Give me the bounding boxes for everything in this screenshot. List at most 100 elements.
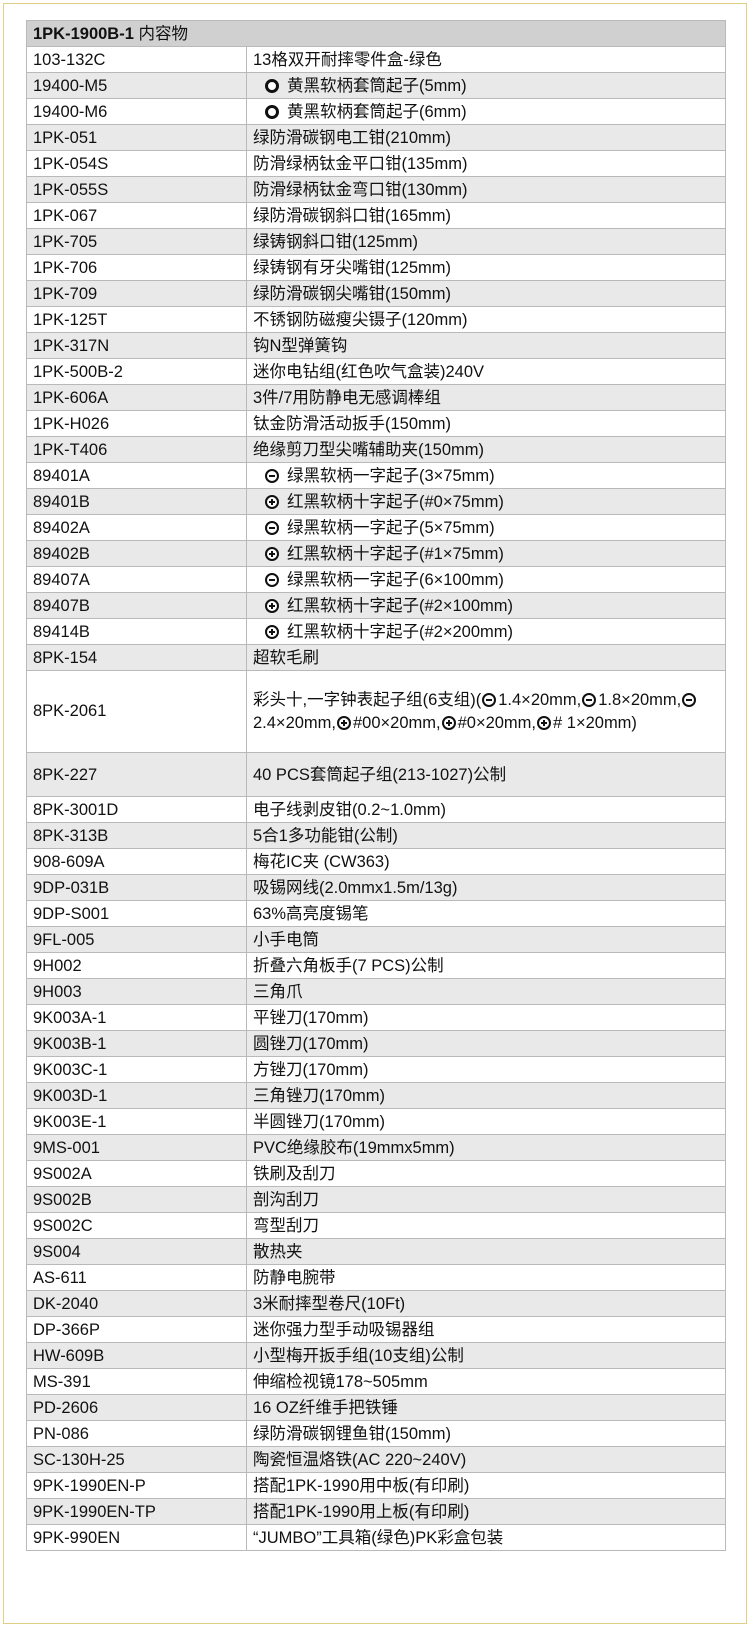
item-code: 1PK-051 — [26, 124, 247, 151]
item-description-text: 绿防滑碳钢尖嘴钳(150mm) — [253, 284, 452, 303]
item-description-text: 剖沟刮刀 — [253, 1190, 319, 1209]
item-description: 防滑绿柄钛金弯口钳(130mm) — [245, 176, 727, 203]
item-code: 9K003B-1 — [26, 1030, 247, 1057]
table-row: 9K003A-1 平锉刀(170mm) — [26, 1004, 727, 1031]
item-description-text: #00×20mm, — [353, 713, 441, 732]
contents-table-body: 1PK-1900B-1 内容物 103-132C 13格双开耐摔零件盒-绿色 194… — [25, 20, 727, 1551]
item-description: 绿黑软柄一字起子(5×75mm) — [245, 514, 727, 541]
table-row: 9DP-031B 吸锡网线(2.0mmx1.5m/13g) — [26, 874, 727, 901]
item-description: 小型梅开扳手组(10支组)公制 — [245, 1342, 727, 1369]
item-description: 剖沟刮刀 — [245, 1186, 727, 1213]
item-description: 不锈钢防磁瘦尖镊子(120mm) — [245, 306, 727, 333]
item-description: 钩N型弹簧钩 — [245, 332, 727, 359]
table-row: PD-2606 16 OZ纤维手把铁锤 — [26, 1394, 727, 1421]
slotted-screwdriver-icon — [482, 692, 497, 707]
item-description-text: 弯型刮刀 — [253, 1216, 319, 1235]
table-row: 89402B 红黑软柄十字起子(#1×75mm) — [26, 540, 727, 567]
item-description-text: 绝缘剪刀型尖嘴辅助夹(150mm) — [253, 440, 485, 459]
phillips-screwdriver-icon — [265, 598, 279, 613]
item-code: 89402A — [26, 514, 247, 541]
item-description: 迷你强力型手动吸锡器组 — [245, 1316, 727, 1343]
item-code: 1PK-055S — [26, 176, 247, 203]
item-description-text: 3米耐摔型卷尺(10Ft) — [253, 1294, 406, 1313]
slotted-screwdriver-icon — [582, 692, 597, 707]
item-code: 89407A — [26, 566, 247, 593]
item-code: PN-086 — [26, 1420, 247, 1447]
item-description: 吸锡网线(2.0mmx1.5m/13g) — [245, 874, 727, 901]
item-code: 1PK-T406 — [26, 436, 247, 463]
item-description-text: 5合1多功能钳(公制) — [253, 826, 398, 845]
item-code: 9K003D-1 — [26, 1082, 247, 1109]
item-description: 迷你电钻组(红色吹气盒装)240V — [245, 358, 727, 385]
item-description-text: 黄黑软柄套筒起子(6mm) — [287, 102, 467, 121]
table-row: 9MS-001 PVC绝缘胶布(19mmx5mm) — [26, 1134, 727, 1161]
item-description-text: 1.4×20mm, — [498, 690, 582, 709]
item-description-text: 绿防滑碳钢电工钳(210mm) — [253, 128, 452, 147]
item-code: 89414B — [26, 618, 247, 645]
item-description: 黄黑软柄套筒起子(5mm) — [245, 72, 727, 99]
table-row: PN-086 绿防滑碳钢锂鱼钳(150mm) — [26, 1420, 727, 1447]
item-description: 平锉刀(170mm) — [245, 1004, 727, 1031]
item-code: 9S002A — [26, 1160, 247, 1187]
item-code: 9DP-031B — [26, 874, 247, 901]
table-row: 1PK-054S 防滑绿柄钛金平口钳(135mm) — [26, 150, 727, 177]
item-code: 908-609A — [26, 848, 247, 875]
item-code: MS-391 — [26, 1368, 247, 1395]
table-row: 1PK-606A 3件/7用防静电无感调棒组 — [26, 384, 727, 411]
table-row: 1PK-705 绿铸钢斜口钳(125mm) — [26, 228, 727, 255]
item-description-text: 1.8×20mm, — [598, 690, 682, 709]
item-description-text: 陶瓷恒温烙铁(AC 220~240V) — [253, 1450, 467, 1469]
item-code: 89402B — [26, 540, 247, 567]
item-code: 8PK-227 — [26, 752, 247, 797]
item-description: 5合1多功能钳(公制) — [245, 822, 727, 849]
item-description: 搭配1PK-1990用上板(有印刷) — [245, 1498, 727, 1525]
item-description-text: 梅花IC夹 (CW363) — [253, 852, 390, 871]
item-description: 三角爪 — [245, 978, 727, 1005]
item-description-text: 16 OZ纤维手把铁锤 — [253, 1398, 398, 1417]
item-code: 1PK-709 — [26, 280, 247, 307]
table-row: 9K003D-1 三角锉刀(170mm) — [26, 1082, 727, 1109]
item-description-text: 绿黑软柄一字起子(6×100mm) — [287, 570, 504, 589]
item-description: 防滑绿柄钛金平口钳(135mm) — [245, 150, 727, 177]
table-row: 89402A 绿黑软柄一字起子(5×75mm) — [26, 514, 727, 541]
table-header-row: 1PK-1900B-1 内容物 — [25, 20, 727, 47]
item-description: 绿铸钢有牙尖嘴钳(125mm) — [245, 254, 727, 281]
item-description: 散热夹 — [245, 1238, 727, 1265]
item-description: 铁刷及刮刀 — [245, 1160, 727, 1187]
phillips-screwdriver-icon — [337, 715, 351, 730]
item-description: 绝缘剪刀型尖嘴辅助夹(150mm) — [245, 436, 727, 463]
table-row: 1PK-125T 不锈钢防磁瘦尖镊子(120mm) — [26, 306, 727, 333]
item-description-text: 钩N型弹簧钩 — [253, 336, 348, 355]
table-row: 9PK-1990EN-TP 搭配1PK-1990用上板(有印刷) — [26, 1498, 727, 1525]
item-description-text: 铁刷及刮刀 — [253, 1164, 336, 1183]
item-description: 红黑软柄十字起子(#2×200mm) — [245, 618, 727, 645]
item-code: 1PK-125T — [26, 306, 247, 333]
item-code: 103-132C — [26, 46, 247, 73]
item-code: 19400-M6 — [26, 98, 247, 125]
item-code: 9FL-005 — [26, 926, 247, 953]
item-description-text: 绿铸钢斜口钳(125mm) — [253, 232, 419, 251]
item-description: 红黑软柄十字起子(#2×100mm) — [245, 592, 727, 619]
socket-icon — [265, 104, 279, 119]
table-row: 9S002A 铁刷及刮刀 — [26, 1160, 727, 1187]
item-description: PVC绝缘胶布(19mmx5mm) — [245, 1134, 727, 1161]
item-description-text: 绿黑软柄一字起子(5×75mm) — [287, 518, 495, 537]
item-description: 16 OZ纤维手把铁锤 — [245, 1394, 727, 1421]
kit-contents-label: 内容物 — [138, 24, 188, 43]
item-description: 方锉刀(170mm) — [245, 1056, 727, 1083]
item-description-text: 小型梅开扳手组(10支组)公制 — [253, 1346, 464, 1365]
item-code: 1PK-706 — [26, 254, 247, 281]
item-description-text: 绿铸钢有牙尖嘴钳(125mm) — [253, 258, 452, 277]
item-description-text: 3件/7用防静电无感调棒组 — [253, 388, 441, 407]
table-row: 8PK-2061 彩头十,一字钟表起子组(6支组)(1.4×20mm, 1.8×20… — [26, 670, 727, 753]
phillips-screwdriver-icon — [265, 624, 279, 639]
table-row: 1PK-051 绿防滑碳钢电工钳(210mm) — [26, 124, 727, 151]
table-row: 1PK-T406 绝缘剪刀型尖嘴辅助夹(150mm) — [26, 436, 727, 463]
item-description-text: 迷你强力型手动吸锡器组 — [253, 1320, 435, 1339]
item-description-text: 红黑软柄十字起子(#1×75mm) — [287, 544, 504, 563]
item-description-text: 绿防滑碳钢斜口钳(165mm) — [253, 206, 452, 225]
table-row: 1PK-706 绿铸钢有牙尖嘴钳(125mm) — [26, 254, 727, 281]
item-description-text: 半圆锉刀(170mm) — [253, 1112, 386, 1131]
item-code: PD-2606 — [26, 1394, 247, 1421]
table-row: SC-130H-25 陶瓷恒温烙铁(AC 220~240V) — [26, 1446, 727, 1473]
